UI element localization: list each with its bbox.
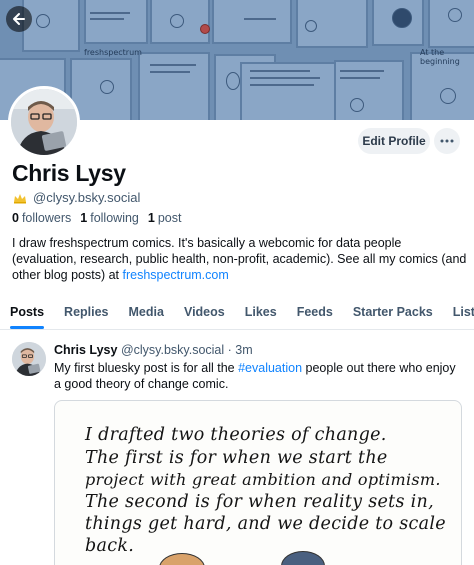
banner-doodle bbox=[392, 8, 412, 28]
hashtag-link[interactable]: #evaluation bbox=[238, 361, 302, 375]
avatar-photo bbox=[11, 89, 77, 155]
banner-scribble bbox=[250, 70, 310, 72]
tab-posts[interactable]: Posts bbox=[0, 298, 54, 329]
profile-name: Chris Lysy bbox=[12, 160, 126, 186]
profile-avatar[interactable] bbox=[8, 86, 80, 158]
followers-count: 0 bbox=[12, 211, 19, 225]
followers-label: followers bbox=[21, 211, 72, 225]
banner-doodle bbox=[100, 80, 114, 94]
profile-tabs: Posts Replies Media Videos Likes Feeds S… bbox=[0, 298, 474, 330]
comic-text-line: things get hard, and we decide to scale bbox=[85, 514, 446, 534]
tab-media[interactable]: Media bbox=[119, 298, 174, 329]
posts-label: post bbox=[157, 211, 182, 225]
banner-scribble bbox=[90, 18, 124, 20]
banner-comic-panel bbox=[334, 60, 404, 120]
comic-text-line: I drafted two theories of change. bbox=[85, 425, 387, 445]
comic-text-line: project with great ambition and optimism… bbox=[85, 470, 441, 489]
banner-doodle bbox=[440, 88, 456, 104]
ellipsis-icon bbox=[440, 139, 454, 143]
banner-doodle bbox=[170, 14, 184, 28]
comic-text-line: The first is for when we start the bbox=[85, 448, 388, 468]
banner-scribble bbox=[250, 77, 320, 79]
profile-handle-row: @clysy.bsky.social bbox=[12, 190, 140, 205]
comic-text-line: The second is for when reality sets in, bbox=[85, 492, 434, 512]
banner-comic-panel bbox=[84, 0, 148, 44]
back-button[interactable] bbox=[6, 6, 32, 32]
comic-text-line: back. bbox=[85, 536, 135, 556]
profile-handle[interactable]: @clysy.bsky.social bbox=[33, 190, 140, 205]
bio-link[interactable]: freshspectrum.com bbox=[122, 268, 228, 282]
post-author-avatar[interactable] bbox=[12, 342, 46, 376]
profile-bio: I draw freshspectrum comics. It's basica… bbox=[12, 235, 468, 283]
banner-doodle bbox=[448, 8, 462, 22]
sparkle-crown-icon bbox=[14, 193, 26, 203]
banner-comic-panel bbox=[428, 0, 474, 48]
following-label: following bbox=[90, 211, 139, 225]
tab-starter-packs[interactable]: Starter Packs bbox=[343, 298, 443, 329]
banner-doodle bbox=[350, 98, 364, 112]
post-author-handle[interactable]: @clysy.bsky.social bbox=[121, 343, 224, 357]
banner-comic-panel bbox=[212, 0, 292, 44]
banner-doodle bbox=[305, 20, 317, 32]
post-text-part: My first bluesky post is for all the bbox=[54, 361, 239, 375]
following-count: 1 bbox=[80, 211, 88, 225]
tab-lists[interactable]: Lists bbox=[443, 298, 474, 329]
bio-text: I draw freshspectrum comics. It's basica… bbox=[12, 236, 467, 282]
banner-scribble bbox=[244, 18, 276, 20]
post-text: My first bluesky post is for all the #ev… bbox=[54, 360, 464, 392]
tab-likes[interactable]: Likes bbox=[235, 298, 287, 329]
comic-character bbox=[159, 553, 205, 565]
avatar-photo bbox=[12, 342, 46, 376]
comic-character bbox=[281, 551, 325, 565]
profile-stats: 0 followers 1 following 1 post bbox=[12, 211, 181, 225]
banner-comic-panel bbox=[138, 52, 210, 120]
post-image[interactable]: I drafted two theories of change. The fi… bbox=[54, 400, 462, 565]
banner-caption: At the beginning bbox=[420, 48, 460, 66]
post-author-name[interactable]: Chris Lysy bbox=[54, 343, 117, 357]
banner-comic-panel bbox=[22, 0, 80, 52]
more-options-button[interactable] bbox=[434, 128, 460, 154]
tab-feeds[interactable]: Feeds bbox=[287, 298, 343, 329]
banner-scribble bbox=[90, 12, 130, 14]
banner-scribble bbox=[250, 84, 314, 86]
edit-profile-button[interactable]: Edit Profile bbox=[358, 128, 430, 154]
following-stat[interactable]: 1 following bbox=[80, 211, 139, 225]
banner-doodle bbox=[200, 24, 210, 34]
tab-replies[interactable]: Replies bbox=[54, 298, 118, 329]
banner-doodle bbox=[226, 72, 240, 90]
posts-stat: 1 post bbox=[148, 211, 182, 225]
banner-scribble bbox=[340, 77, 380, 79]
post-separator: · bbox=[227, 343, 232, 357]
followers-stat[interactable]: 0 followers bbox=[12, 211, 71, 225]
post-timestamp[interactable]: 3m bbox=[235, 343, 252, 357]
posts-count: 1 bbox=[147, 211, 155, 225]
tab-videos[interactable]: Videos bbox=[174, 298, 235, 329]
banner-scribble bbox=[150, 71, 190, 73]
banner-doodle bbox=[36, 14, 50, 28]
banner-scribble bbox=[340, 70, 384, 72]
arrow-left-icon bbox=[13, 13, 25, 25]
post-header: Chris Lysy @clysy.bsky.social · 3m bbox=[54, 343, 253, 357]
banner-scribble bbox=[150, 64, 196, 66]
banner-caption: freshspectrum bbox=[84, 48, 142, 57]
